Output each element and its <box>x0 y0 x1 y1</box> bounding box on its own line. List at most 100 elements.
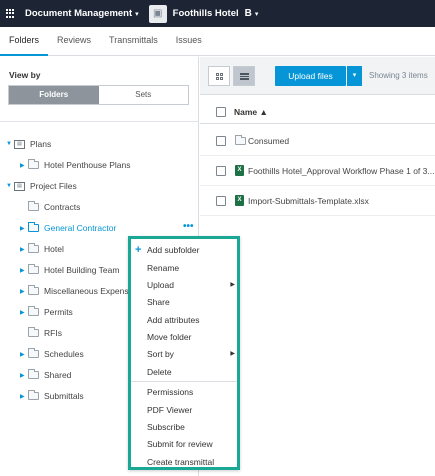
view-by-label: View by <box>9 70 41 80</box>
project-name[interactable]: Foothills Hotel <box>173 8 239 19</box>
tree-item-project-files[interactable]: ▼ ▤ Project Files <box>6 179 77 193</box>
tree-item-label: RFIs <box>44 328 62 338</box>
folder-icon <box>235 135 246 145</box>
collapsed-arrow-icon[interactable]: ▶ <box>20 267 28 274</box>
view-by-toggle: Folders Sets <box>8 85 189 105</box>
collapsed-arrow-icon[interactable]: ▶ <box>20 393 28 400</box>
tree-item-label: Shared <box>44 370 72 380</box>
collapsed-arrow-icon[interactable]: ▶ <box>20 162 28 169</box>
column-header-name[interactable]: Name ▲ <box>234 107 268 117</box>
menu-item-subscribe[interactable]: Subscribe <box>131 419 237 435</box>
view-by-folders-button[interactable]: Folders <box>9 86 99 104</box>
folder-icon <box>28 222 39 232</box>
tree-item-label: Submittals <box>44 391 84 401</box>
menu-item-label: Add subfolder <box>147 245 200 255</box>
tree-item-label: Schedules <box>44 349 84 359</box>
menu-item-label: Upload <box>147 280 174 290</box>
tree-item-hotel-penthouse-plans[interactable]: ▶ Hotel Penthouse Plans <box>20 158 130 172</box>
menu-item-add-attributes[interactable]: Add attributes <box>131 312 237 328</box>
app-switcher-icon[interactable] <box>6 9 15 18</box>
collapsed-arrow-icon[interactable]: ▶ <box>20 309 28 316</box>
table-header: Name ▲ <box>200 101 435 124</box>
menu-item-create-transmittal[interactable]: Create transmittal <box>131 454 237 470</box>
file-toolbar: Upload files ▾ Showing 3 items <box>200 57 435 95</box>
app-title[interactable]: Document Management <box>25 8 132 19</box>
top-bar: Document Management ▾ ▣ Foothills Hotel … <box>0 0 435 27</box>
menu-item-move-folder[interactable]: Move folder <box>131 329 237 345</box>
app-chevron-down-icon[interactable]: ▾ <box>135 10 139 18</box>
file-name[interactable]: Foothills Hotel_Approval Workflow Phase … <box>248 166 434 176</box>
tree-item-hotel[interactable]: ▶ Hotel <box>20 242 64 256</box>
tab-reviews[interactable]: Reviews <box>48 27 100 56</box>
menu-item-add-subfolder[interactable]: + Add subfolder <box>131 242 237 258</box>
tree-item-label: Hotel Penthouse Plans <box>44 160 131 170</box>
folder-icon <box>28 285 39 295</box>
menu-item-pdf-viewer[interactable]: PDF Viewer <box>131 402 237 418</box>
table-row[interactable]: X Import-Submittals-Template.xlsx <box>200 186 435 216</box>
collapsed-arrow-icon[interactable]: ▶ <box>20 246 28 253</box>
tab-transmittals[interactable]: Transmittals <box>100 27 167 56</box>
file-name[interactable]: Consumed <box>248 136 289 146</box>
project-chevron-down-icon[interactable]: ▾ <box>255 10 259 18</box>
upload-files-button[interactable]: Upload files <box>275 66 346 86</box>
tree-item-label: Hotel <box>44 244 64 254</box>
menu-item-upload[interactable]: Upload ▶ <box>131 277 237 293</box>
folder-icon <box>28 264 39 274</box>
select-all-checkbox[interactable] <box>216 107 226 117</box>
tree-item-general-contractor[interactable]: ▶ General Contractor <box>20 221 116 235</box>
tree-item-submittals[interactable]: ▶ Submittals <box>20 389 84 403</box>
row-checkbox[interactable] <box>216 166 226 176</box>
tree-item-contracts[interactable]: Contracts <box>28 200 80 214</box>
file-name[interactable]: Import-Submittals-Template.xlsx <box>248 196 369 206</box>
tree-item-label: Plans <box>30 139 52 149</box>
menu-item-delete[interactable]: Delete <box>131 364 237 380</box>
tree-item-label: Hotel Building Team <box>44 265 120 275</box>
menu-item-rename[interactable]: Rename <box>131 260 237 276</box>
table-row[interactable]: X Foothills Hotel_Approval Workflow Phas… <box>200 156 435 186</box>
view-by-sets-button[interactable]: Sets <box>98 86 188 104</box>
list-view-icon <box>239 72 249 80</box>
project-icon: ▤ <box>14 181 25 191</box>
upload-dropdown-button[interactable]: ▾ <box>347 66 362 86</box>
tab-folders[interactable]: Folders <box>0 27 49 56</box>
tree-item-label: Miscellaneous Expenses <box>44 286 138 296</box>
submenu-arrow-icon: ▶ <box>230 351 235 357</box>
menu-divider <box>131 381 237 382</box>
table-row[interactable]: Consumed <box>200 126 435 156</box>
menu-item-submit-for-review[interactable]: Submit for review <box>131 436 237 452</box>
menu-item-share[interactable]: Share <box>131 294 237 310</box>
collapsed-arrow-icon[interactable]: ▶ <box>20 372 28 379</box>
submenu-arrow-icon: ▶ <box>230 282 235 288</box>
menu-item-sort-by[interactable]: Sort by ▶ <box>131 346 237 362</box>
collapsed-arrow-icon[interactable]: ▶ <box>20 351 28 358</box>
more-options-icon[interactable]: ••• <box>183 221 194 232</box>
divider <box>0 121 199 122</box>
project-badge: B <box>244 8 252 19</box>
collapsed-arrow-icon[interactable]: ▶ <box>20 288 28 295</box>
folder-icon <box>28 327 39 337</box>
folder-icon <box>28 159 39 169</box>
tree-item-miscellaneous-expenses[interactable]: ▶ Miscellaneous Expenses <box>20 284 138 298</box>
expanded-arrow-icon[interactable]: ▼ <box>6 183 14 189</box>
tree-item-rfis[interactable]: RFIs <box>28 326 62 340</box>
grid-view-button[interactable] <box>208 66 230 86</box>
tab-issues[interactable]: Issues <box>167 27 211 56</box>
plus-icon: + <box>135 244 142 256</box>
folder-icon <box>28 348 39 358</box>
excel-file-icon: X <box>235 165 244 176</box>
row-checkbox[interactable] <box>216 196 226 206</box>
menu-item-permissions[interactable]: Permissions <box>131 384 237 400</box>
menu-item-label: Sort by <box>147 349 174 359</box>
tree-item-label: General Contractor <box>44 223 117 233</box>
expanded-arrow-icon[interactable]: ▼ <box>6 141 14 147</box>
folder-icon <box>28 306 39 316</box>
tree-item-shared[interactable]: ▶ Shared <box>20 368 71 382</box>
tree-item-schedules[interactable]: ▶ Schedules <box>20 347 84 361</box>
collapsed-arrow-icon[interactable]: ▶ <box>20 225 28 232</box>
list-view-button[interactable] <box>233 66 255 86</box>
tree-item-hotel-building-team[interactable]: ▶ Hotel Building Team <box>20 263 119 277</box>
tree-item-permits[interactable]: ▶ Permits <box>20 305 73 319</box>
row-checkbox[interactable] <box>216 136 226 146</box>
folder-icon <box>28 201 39 211</box>
tree-item-plans[interactable]: ▼ ▤ Plans <box>6 137 51 151</box>
